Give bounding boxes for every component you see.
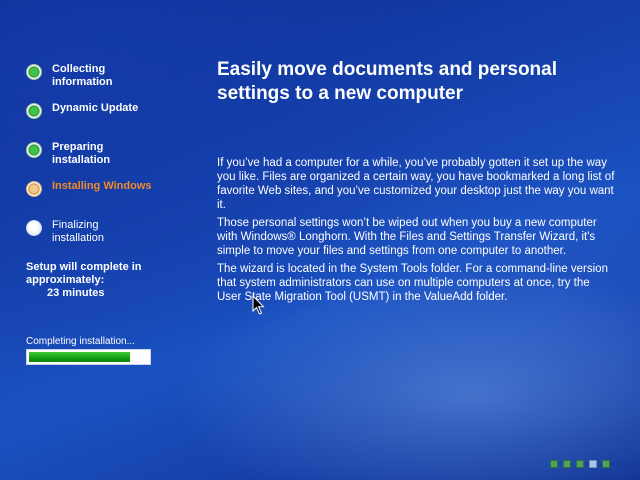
time-remaining: Setup will complete in approximately: 23… [26, 261, 142, 300]
step-label: Preparing installation [52, 141, 111, 166]
step-dynamic-update: Dynamic Update [26, 102, 152, 119]
step-pending-icon [26, 220, 42, 236]
slide-indicator-dot [589, 460, 597, 468]
step-installing-windows: Installing Windows [26, 180, 152, 197]
step-label: Installing Windows [52, 180, 152, 192]
paragraph: The wizard is located in the System Tool… [217, 263, 608, 303]
info-panel: Easily move documents and personal setti… [217, 58, 617, 308]
progress-label: Completing installation... [26, 336, 135, 347]
headline: Easily move documents and personal setti… [217, 59, 557, 104]
step-preparing-installation: Preparing installation [26, 141, 152, 167]
slide-indicator-dot [563, 460, 571, 468]
step-label: Finalizing installation [52, 219, 104, 244]
eta-time: 23 minutes [47, 287, 105, 299]
step-complete-icon [26, 142, 42, 158]
step-complete-icon [26, 64, 42, 80]
step-finalizing-installation: Finalizing installation [26, 219, 152, 245]
step-current-icon [26, 181, 42, 197]
progress-bar [26, 349, 151, 365]
progress-bar-fill [29, 352, 131, 362]
step-label: Collecting information [52, 63, 113, 88]
slide-indicator-dot [576, 460, 584, 468]
slide-indicator [550, 460, 610, 468]
slide-indicator-dot [550, 460, 558, 468]
mouse-pointer-icon [252, 295, 265, 315]
step-label: Dynamic Update [52, 102, 139, 114]
step-collecting-information: Collecting information [26, 63, 152, 89]
paragraph: If you’ve had a computer for a while, yo… [217, 157, 615, 211]
slide-indicator-dot [602, 460, 610, 468]
step-complete-icon [26, 103, 42, 119]
setup-steps-sidebar: Collecting information Dynamic Update Pr… [0, 0, 190, 480]
paragraph: Those personal settings won’t be wiped o… [217, 217, 597, 257]
eta-line-1: Setup will complete in [26, 261, 142, 273]
eta-line-2: approximately: [26, 274, 105, 286]
